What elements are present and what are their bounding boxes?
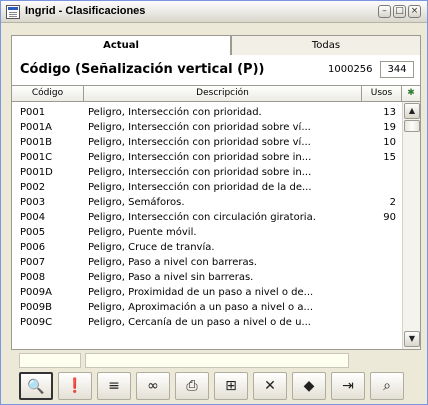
delete-icon[interactable]: ✕ [253,372,287,400]
description-filter-field[interactable] [85,353,349,368]
code-filter-field[interactable] [19,353,81,368]
vertical-scrollbar[interactable]: ▲ ▼ [402,102,420,349]
classification-header: Código (Señalización vertical (P)) 10002… [11,55,421,85]
row-uses: 90 [383,212,396,223]
row-uses: 19 [383,122,396,133]
row-code: P009A [20,287,52,298]
table-row[interactable]: P003 Peligro, Semáforos. 2 [12,195,402,210]
table-row[interactable]: P009B Peligro, Aproximación a un paso a n… [12,300,402,315]
close-button[interactable]: × [408,5,421,18]
row-code: P002 [20,182,46,193]
note-icon[interactable]: ❗ [58,372,92,400]
row-description: Peligro, Intersección con prioridad sobr… [88,167,312,178]
scroll-up-button[interactable]: ▲ [404,103,420,119]
row-description: Peligro, Paso a nivel sin barreras. [88,272,254,283]
app-window: Ingrid - Clasificaciones – □ × Actual To… [0,0,428,405]
print-icon[interactable]: ⎙ [175,372,209,400]
row-description: Peligro, Intersección con prioridad de l… [88,182,312,193]
row-description: Peligro, Intersección con prioridad sobr… [88,137,311,148]
window-title: Ingrid - Clasificaciones [25,5,146,17]
row-code: P001A [20,122,52,133]
classification-list[interactable]: P001 Peligro, Intersección con prioridad.… [11,102,421,350]
export-icon[interactable]: ⇥ [331,372,365,400]
row-description: Peligro, Aproximación a un paso a nivel … [88,302,314,313]
row-description: Peligro, Paso a nivel con barreras. [88,257,257,268]
row-code: P001C [20,152,53,163]
row-code: P008 [20,272,46,283]
row-uses: 13 [383,107,396,118]
table-row[interactable]: P001B Peligro, Intersección con prioridad… [12,135,402,150]
maximize-button[interactable]: □ [393,5,406,18]
table-row[interactable]: P002 Peligro, Intersección con prioridad … [12,180,402,195]
row-description: Peligro, Intersección con circulación gi… [88,212,316,223]
column-header-uses[interactable]: Usos [362,86,402,101]
table-row[interactable]: P009C Peligro, Cercanía de un paso a nive… [12,315,402,330]
scroll-down-button[interactable]: ▼ [404,331,420,347]
table-row[interactable]: P005 Peligro, Puente móvil. [12,225,402,240]
minimize-button[interactable]: – [378,5,391,18]
row-uses: 2 [389,197,396,208]
tab-actual[interactable]: Actual [11,35,231,55]
row-description: Peligro, Intersección con prioridad sobr… [88,152,312,163]
row-description: Peligro, Intersección con prioridad. [88,107,262,118]
row-code: P001B [20,137,52,148]
classification-title: Código (Señalización vertical (P)) [20,62,265,77]
row-code: P001 [20,107,46,118]
table-row[interactable]: P006 Peligro, Cruce de tranvía. [12,240,402,255]
column-header-code[interactable]: Código [12,86,84,101]
classification-count: 344 [380,61,414,78]
row-code: P001D [20,167,53,178]
book-icon[interactable]: ◆ [292,372,326,400]
column-header-description[interactable]: Descripción [84,86,362,101]
row-code: P004 [20,212,46,223]
table-row[interactable]: P009A Peligro, Proximidad de un paso a ni… [12,285,402,300]
row-code: P009B [20,302,52,313]
row-description: Peligro, Puente móvil. [88,227,197,238]
tab-strip: Actual Todas [11,35,424,55]
row-description: Peligro, Intersección con prioridad sobr… [88,122,311,133]
search-folder-icon[interactable]: ⌕ [370,372,404,400]
toolbar: 🔍 ❗ ≡ ∞ ⎙ ⊞ ✕ ◆ ⇥ ⌕ [11,372,425,400]
table-row[interactable]: P001D Peligro, Intersección con prioridad… [12,165,402,180]
app-icon [6,5,20,19]
scroll-thumb[interactable] [404,120,420,132]
tab-todas[interactable]: Todas [231,35,421,55]
row-code: P007 [20,257,46,268]
list-icon[interactable]: ≡ [97,372,131,400]
table-row[interactable]: P001A Peligro, Intersección con prioridad… [12,120,402,135]
network-icon[interactable]: ⊞ [214,372,248,400]
title-bar: Ingrid - Clasificaciones – □ × [1,1,427,23]
row-description: Peligro, Proximidad de un paso a nivel o… [88,287,314,298]
binoculars-icon[interactable]: 🔍 [19,372,53,400]
row-code: P009C [20,317,53,328]
column-header: Código Descripción Usos ✱ [11,85,421,102]
link-icon[interactable]: ∞ [136,372,170,400]
classification-number: 1000256 [328,64,373,75]
table-row[interactable]: P001 Peligro, Intersección con prioridad.… [12,105,402,120]
table-row[interactable]: P004 Peligro, Intersección con circulació… [12,210,402,225]
table-row[interactable]: P007 Peligro, Paso a nivel con barreras. [12,255,402,270]
row-uses: 15 [383,152,396,163]
column-options-icon[interactable]: ✱ [402,86,420,101]
table-row[interactable]: P001C Peligro, Intersección con prioridad… [12,150,402,165]
row-description: Peligro, Cercanía de un paso a nivel o d… [88,317,311,328]
row-code: P003 [20,197,46,208]
row-description: Peligro, Semáforos. [88,197,185,208]
table-row[interactable]: P008 Peligro, Paso a nivel sin barreras. [12,270,402,285]
row-uses: 10 [383,137,396,148]
row-code: P005 [20,227,46,238]
row-code: P006 [20,242,46,253]
row-description: Peligro, Cruce de tranvía. [88,242,215,253]
